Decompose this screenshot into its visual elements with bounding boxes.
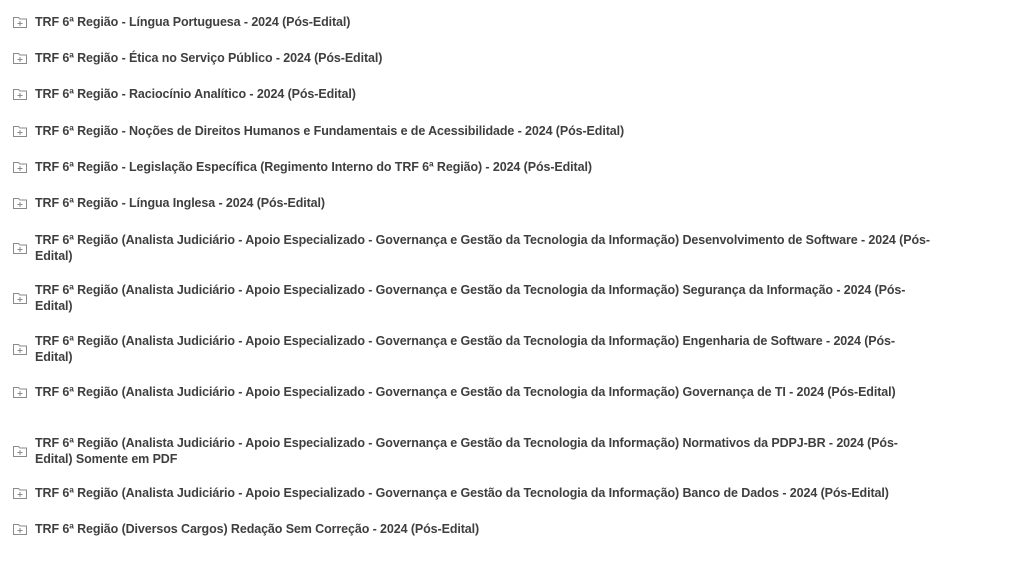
folder-item-label: TRF 6ª Região (Analista Judiciário - Apo… xyxy=(35,436,898,466)
folder-item[interactable]: TRF 6ª Região (Analista Judiciário - Apo… xyxy=(12,333,930,365)
folder-item[interactable]: TRF 6ª Região - Legislação Específica (R… xyxy=(12,159,592,175)
folder-plus-icon xyxy=(12,51,28,65)
folder-plus-icon xyxy=(12,15,28,29)
folder-plus-icon xyxy=(12,486,28,500)
folder-item-label: TRF 6ª Região (Diversos Cargos) Redação … xyxy=(35,522,480,536)
folder-item[interactable]: TRF 6ª Região - Noções de Direitos Human… xyxy=(12,123,624,139)
folder-item-label: TRF 6ª Região - Língua Inglesa - 2024 (P… xyxy=(35,196,325,210)
folder-plus-icon xyxy=(12,124,28,138)
folder-plus-icon xyxy=(12,522,28,536)
folder-item[interactable]: TRF 6ª Região (Analista Judiciário - Apo… xyxy=(12,384,930,400)
folder-item[interactable]: TRF 6ª Região (Analista Judiciário - Apo… xyxy=(12,282,930,314)
folder-item[interactable]: TRF 6ª Região (Analista Judiciário - Apo… xyxy=(12,485,889,501)
folder-item[interactable]: TRF 6ª Região - Raciocínio Analítico - 2… xyxy=(12,86,356,102)
course-folder-list: TRF 6ª Região - Língua Portuguesa - 2024… xyxy=(0,0,1021,569)
folder-item-label: TRF 6ª Região - Noções de Direitos Human… xyxy=(35,124,625,138)
folder-plus-icon xyxy=(12,87,28,101)
folder-item-label: TRF 6ª Região - Língua Portuguesa - 2024… xyxy=(35,15,351,29)
folder-item-label: TRF 6ª Região - Ética no Serviço Público… xyxy=(35,51,383,65)
folder-item[interactable]: TRF 6ª Região (Analista Judiciário - Apo… xyxy=(12,435,930,467)
folder-plus-icon xyxy=(12,444,28,458)
folder-item-label: TRF 6ª Região (Analista Judiciário - Apo… xyxy=(35,385,896,399)
folder-item[interactable]: TRF 6ª Região (Diversos Cargos) Redação … xyxy=(12,521,479,537)
folder-plus-icon xyxy=(12,385,28,399)
folder-item-label: TRF 6ª Região (Analista Judiciário - Apo… xyxy=(35,334,895,364)
folder-item-label: TRF 6ª Região (Analista Judiciário - Apo… xyxy=(35,283,906,313)
folder-item-label: TRF 6ª Região (Analista Judiciário - Apo… xyxy=(35,233,930,263)
folder-item[interactable]: TRF 6ª Região (Analista Judiciário - Apo… xyxy=(12,232,930,264)
folder-item[interactable]: TRF 6ª Região - Ética no Serviço Público… xyxy=(12,50,382,66)
folder-plus-icon xyxy=(12,291,28,305)
folder-plus-icon xyxy=(12,196,28,210)
folder-item-label: TRF 6ª Região - Legislação Específica (R… xyxy=(35,160,592,174)
folder-plus-icon xyxy=(12,342,28,356)
folder-item-label: TRF 6ª Região (Analista Judiciário - Apo… xyxy=(35,486,889,500)
folder-plus-icon xyxy=(12,160,28,174)
folder-plus-icon xyxy=(12,241,28,255)
folder-item[interactable]: TRF 6ª Região - Língua Inglesa - 2024 (P… xyxy=(12,195,325,211)
folder-item-label: TRF 6ª Região - Raciocínio Analítico - 2… xyxy=(35,87,356,101)
folder-item[interactable]: TRF 6ª Região - Língua Portuguesa - 2024… xyxy=(12,14,350,30)
